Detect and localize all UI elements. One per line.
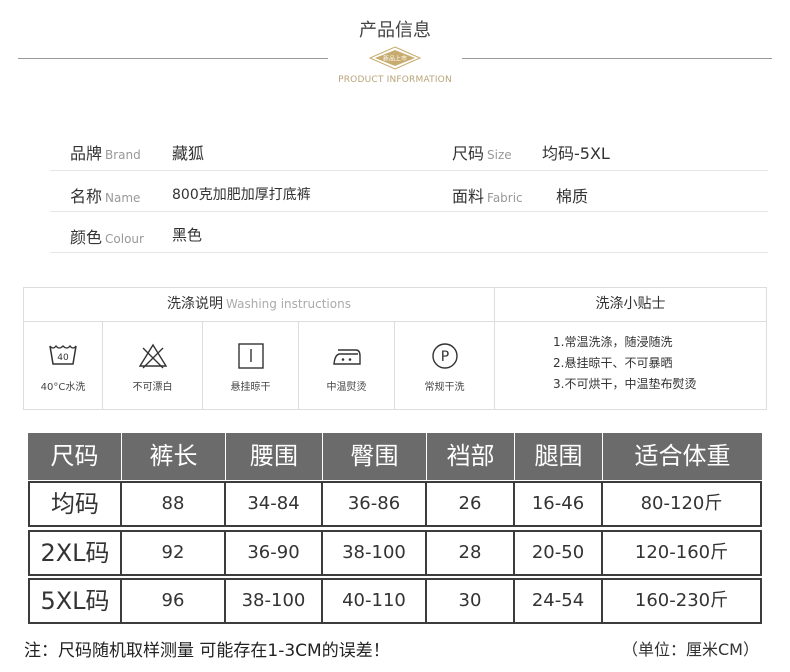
wash-item: 不可漂白 xyxy=(103,322,203,409)
svg-text:40: 40 xyxy=(57,353,69,363)
table-cell: 5XL码 xyxy=(30,580,122,622)
table-row: 2XL码 92 36-90 38-100 28 20-50 120-160斤 xyxy=(28,530,762,576)
table-row: 均码 88 34-84 36-86 26 16-46 80-120斤 xyxy=(28,481,762,527)
info-label: 名称 Name xyxy=(70,187,141,206)
wash-label: 常规干洗 xyxy=(424,382,465,393)
hang-dry-icon xyxy=(237,343,264,369)
info-value: 藏狐 xyxy=(172,144,205,163)
wash-item: 悬挂晾干 xyxy=(203,322,299,409)
info-value: 黑色 xyxy=(172,226,203,244)
tip-item: 3.不可烘干，中温垫布熨烫 xyxy=(553,377,697,391)
info-value: 棉质 xyxy=(556,187,589,206)
unit-note: （单位：厘米CM） xyxy=(622,640,759,659)
info-row: 颜色 Colour 黑色 xyxy=(50,212,768,253)
column-header: 腰围 xyxy=(226,433,323,480)
table-cell: 38-100 xyxy=(226,580,323,622)
table-cell: 24-54 xyxy=(515,580,603,622)
column-header: 腿围 xyxy=(515,433,603,480)
column-header: 裆部 xyxy=(427,433,515,480)
info-row: 品牌 Brand 藏狐 尺码 Size 均码-5XL xyxy=(50,128,768,171)
table-cell: 38-100 xyxy=(323,532,427,574)
info-label: 面料 Fabric xyxy=(452,187,523,206)
column-header: 臀围 xyxy=(323,433,427,480)
section-title: 产品信息 xyxy=(359,20,431,41)
table-cell: 36-90 xyxy=(226,532,323,574)
table-cell: 2XL码 xyxy=(30,532,122,574)
wash-label: 40°C水洗 xyxy=(40,382,86,393)
table-cell: 88 xyxy=(122,483,226,525)
table-cell: 16-46 xyxy=(515,483,603,525)
wash-40-icon: 40 xyxy=(49,344,77,365)
table-cell: 30 xyxy=(427,580,515,622)
product-info-list: 品牌 Brand 藏狐 尺码 Size 均码-5XL 名称 Name 800克加肥加厚… xyxy=(50,128,768,253)
section-subtitle: PRODUCT INFORMATION xyxy=(338,75,452,85)
svg-text:P: P xyxy=(440,349,448,365)
header-diamond-badge: 新品上市 xyxy=(369,46,421,70)
table-cell: 20-50 xyxy=(515,532,603,574)
header-divider-right xyxy=(462,58,772,59)
iron-medium-icon xyxy=(332,349,361,365)
washing-title: 洗涤说明 Washing instructions xyxy=(24,288,495,321)
washing-instructions: 洗涤说明 Washing instructions 洗涤小贴士 40 40°C水洗… xyxy=(23,287,767,410)
washing-header: 洗涤说明 Washing instructions 洗涤小贴士 xyxy=(24,288,766,322)
column-header: 适合体重 xyxy=(634,442,731,470)
table-cell: 96 xyxy=(122,580,226,622)
wash-item: 40 40°C水洗 xyxy=(24,322,103,409)
info-label: 颜色 Colour xyxy=(70,228,144,247)
table-cell: 80-120斤 xyxy=(640,493,723,514)
badge-text: 新品上市 xyxy=(383,55,407,63)
measurement-note: 注：尺码随机取样测量 可能存在1-3CM的误差！ xyxy=(24,641,390,661)
wash-label: 中温熨烫 xyxy=(326,382,367,393)
tip-item: 2.悬挂晾干、不可暴晒 xyxy=(553,356,673,370)
table-cell: 26 xyxy=(427,483,515,525)
wash-item: 中温熨烫 xyxy=(299,322,395,409)
table-cell: 36-86 xyxy=(323,483,427,525)
header-divider-left xyxy=(18,58,328,59)
table-cell: 40-110 xyxy=(323,580,427,622)
product-info-header: 产品信息 新品上市 PRODUCT INFORMATION xyxy=(0,0,790,95)
size-table-header: 尺码 裤长 腰围 臀围 裆部 腿围 适合体重 xyxy=(28,433,762,480)
table-cell: 34-84 xyxy=(226,483,323,525)
table-cell: 28 xyxy=(427,532,515,574)
column-header: 尺码 xyxy=(28,433,122,480)
dry-clean-icon: P xyxy=(431,343,458,369)
tip-item: 1.常温洗涤，随浸随洗 xyxy=(553,335,673,349)
wash-item: P 常规干洗 xyxy=(395,322,495,409)
wash-label: 不可漂白 xyxy=(132,382,173,393)
table-cell: 120-160斤 xyxy=(634,542,729,563)
table-row: 5XL码 96 38-100 40-110 30 24-54 160-230斤 xyxy=(28,578,762,624)
info-value: 均码-5XL xyxy=(542,144,610,163)
info-row: 名称 Name 800克加肥加厚打底裤 面料 Fabric 棉质 xyxy=(50,171,768,212)
table-cell: 92 xyxy=(122,532,226,574)
wash-label: 悬挂晾干 xyxy=(230,382,271,393)
no-bleach-icon xyxy=(138,343,167,369)
table-cell: 均码 xyxy=(30,483,122,525)
info-label: 品牌 Brand xyxy=(70,144,141,163)
table-cell: 160-230斤 xyxy=(634,590,729,611)
info-label: 尺码 Size xyxy=(452,144,512,163)
tips-title: 洗涤小贴士 xyxy=(595,296,666,312)
column-header: 裤长 xyxy=(122,433,226,480)
info-value: 800克加肥加厚打底裤 xyxy=(172,187,311,203)
washing-icons: 40 40°C水洗 不可漂白 悬挂晾干 中温熨烫 P 常规干洗 xyxy=(24,322,495,409)
washing-tips: 1.常温洗涤，随浸随洗 2.悬挂晾干、不可暴晒 3.不可烘干，中温垫布熨烫 xyxy=(495,322,766,409)
